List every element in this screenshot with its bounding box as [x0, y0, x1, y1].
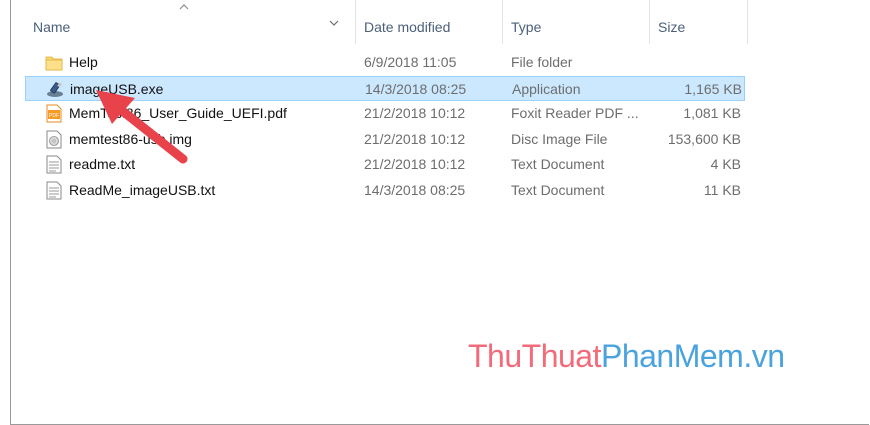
column-header-size[interactable]: Size — [650, 0, 748, 44]
text-file-icon — [45, 181, 63, 200]
file-row[interactable]: memtest86-usb.img 21/2/2018 10:12 Disc Ima… — [25, 127, 745, 152]
file-row[interactable]: imageUSB.exe 14/3/2018 08:25 Application 1,… — [25, 75, 745, 101]
file-name: ReadMe_imageUSB.txt — [69, 181, 216, 198]
column-header-type[interactable]: Type — [503, 0, 650, 44]
file-size: 1,165 KB — [684, 80, 742, 97]
folder-icon — [45, 53, 63, 72]
file-type: Text Document — [511, 181, 605, 198]
file-type: Text Document — [511, 156, 605, 172]
file-type: Disc Image File — [511, 130, 608, 147]
file-date-modified: 14/3/2018 08:25 — [364, 181, 466, 198]
file-date-modified: 21/2/2018 10:12 — [364, 130, 466, 147]
file-name: imageUSB.exe — [70, 80, 164, 97]
file-size: 4 KB — [710, 156, 741, 172]
file-date-modified: 21/2/2018 10:12 — [364, 105, 466, 121]
file-size — [651, 50, 741, 75]
file-size: 1,081 KB — [683, 105, 741, 121]
column-header-bar: Name Date modified Type Size — [11, 0, 869, 44]
text-file-icon — [45, 155, 63, 174]
file-row[interactable]: Help 6/9/2018 11:05 File folder — [25, 50, 745, 75]
file-name: readme.txt — [69, 156, 136, 172]
svg-text:PDF: PDF — [49, 113, 59, 119]
file-name: MemTest86_User_Guide_UEFI.pdf — [69, 105, 287, 121]
pdf-icon: PDF — [45, 104, 63, 123]
file-date-modified: 21/2/2018 10:12 — [364, 156, 466, 172]
watermark-part-1: ThuThuat — [468, 338, 601, 374]
file-explorer-window: Name Date modified Type Size Help 6/9/201… — [10, 0, 869, 425]
column-header-name[interactable]: Name — [25, 0, 356, 44]
file-size: 11 KB — [703, 181, 741, 198]
file-date-modified: 14/3/2018 08:25 — [365, 80, 467, 97]
file-type: Foxit Reader PDF ... — [511, 105, 639, 121]
file-row[interactable]: ReadMe_imageUSB.txt 14/3/2018 08:25 Text D… — [25, 178, 745, 203]
file-size: 153,600 KB — [667, 130, 741, 147]
disc-image-icon — [45, 130, 63, 149]
watermark-part-2: PhanMem.vn — [600, 338, 785, 374]
chevron-down-icon[interactable] — [329, 20, 339, 26]
file-date-modified: 6/9/2018 11:05 — [364, 54, 457, 70]
file-name: memtest86-usb.img — [69, 130, 192, 147]
column-header-date-modified[interactable]: Date modified — [356, 0, 503, 44]
file-name: Help — [69, 54, 98, 70]
file-row[interactable]: readme.txt 21/2/2018 10:12 Text Document 4 … — [25, 152, 745, 177]
file-type: Application — [512, 80, 581, 97]
application-icon — [46, 80, 64, 99]
watermark: ThuThuatPhanMem.vn — [468, 338, 785, 375]
file-type: File folder — [511, 54, 573, 70]
file-row[interactable]: PDF MemTest86_User_Guide_UEFI.pdf 21/2/201… — [25, 101, 745, 126]
